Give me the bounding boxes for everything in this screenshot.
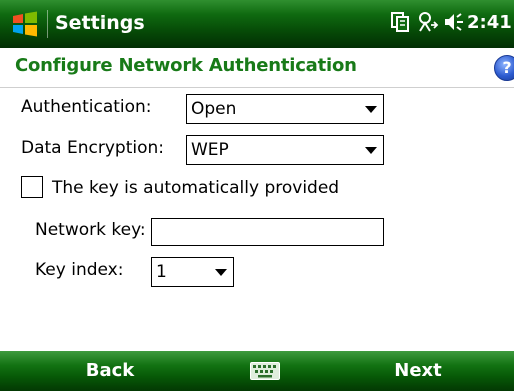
- key-index-dropdown[interactable]: 1: [151, 257, 234, 287]
- page-title: Configure Network Authentication: [15, 55, 357, 76]
- chevron-down-icon: [215, 269, 227, 276]
- network-key-input[interactable]: [151, 218, 384, 246]
- data-encryption-dropdown[interactable]: WEP: [186, 135, 384, 165]
- chevron-down-icon: [365, 147, 377, 154]
- page-header: Configure Network Authentication ?: [0, 49, 514, 88]
- authentication-label: Authentication:: [21, 97, 152, 117]
- data-connection-icon[interactable]: [391, 11, 409, 33]
- softkey-bar: Back Next: [0, 351, 514, 391]
- key-index-label: Key index:: [35, 260, 124, 280]
- authentication-dropdown[interactable]: Open: [186, 94, 384, 124]
- windows-start-icon[interactable]: [10, 9, 40, 39]
- title-bar: Settings 2:41: [0, 0, 514, 48]
- volume-icon[interactable]: [443, 11, 465, 33]
- chevron-down-icon: [365, 106, 377, 113]
- key-index-value: 1: [156, 262, 167, 282]
- data-encryption-label: Data Encryption:: [21, 138, 164, 158]
- auto-key-checkbox[interactable]: [21, 176, 43, 198]
- next-button[interactable]: Next: [368, 351, 468, 391]
- authentication-value: Open: [191, 99, 237, 119]
- back-button[interactable]: Back: [60, 351, 160, 391]
- app-title: Settings: [55, 12, 145, 34]
- clock[interactable]: 2:41: [467, 11, 512, 35]
- data-encryption-value: WEP: [191, 140, 229, 160]
- help-button[interactable]: ?: [494, 55, 514, 81]
- auto-key-label[interactable]: The key is automatically provided: [52, 177, 339, 199]
- signal-icon[interactable]: [417, 11, 439, 35]
- keyboard-icon[interactable]: [250, 362, 280, 380]
- network-key-label: Network key:: [35, 220, 146, 240]
- title-separator: [47, 10, 48, 38]
